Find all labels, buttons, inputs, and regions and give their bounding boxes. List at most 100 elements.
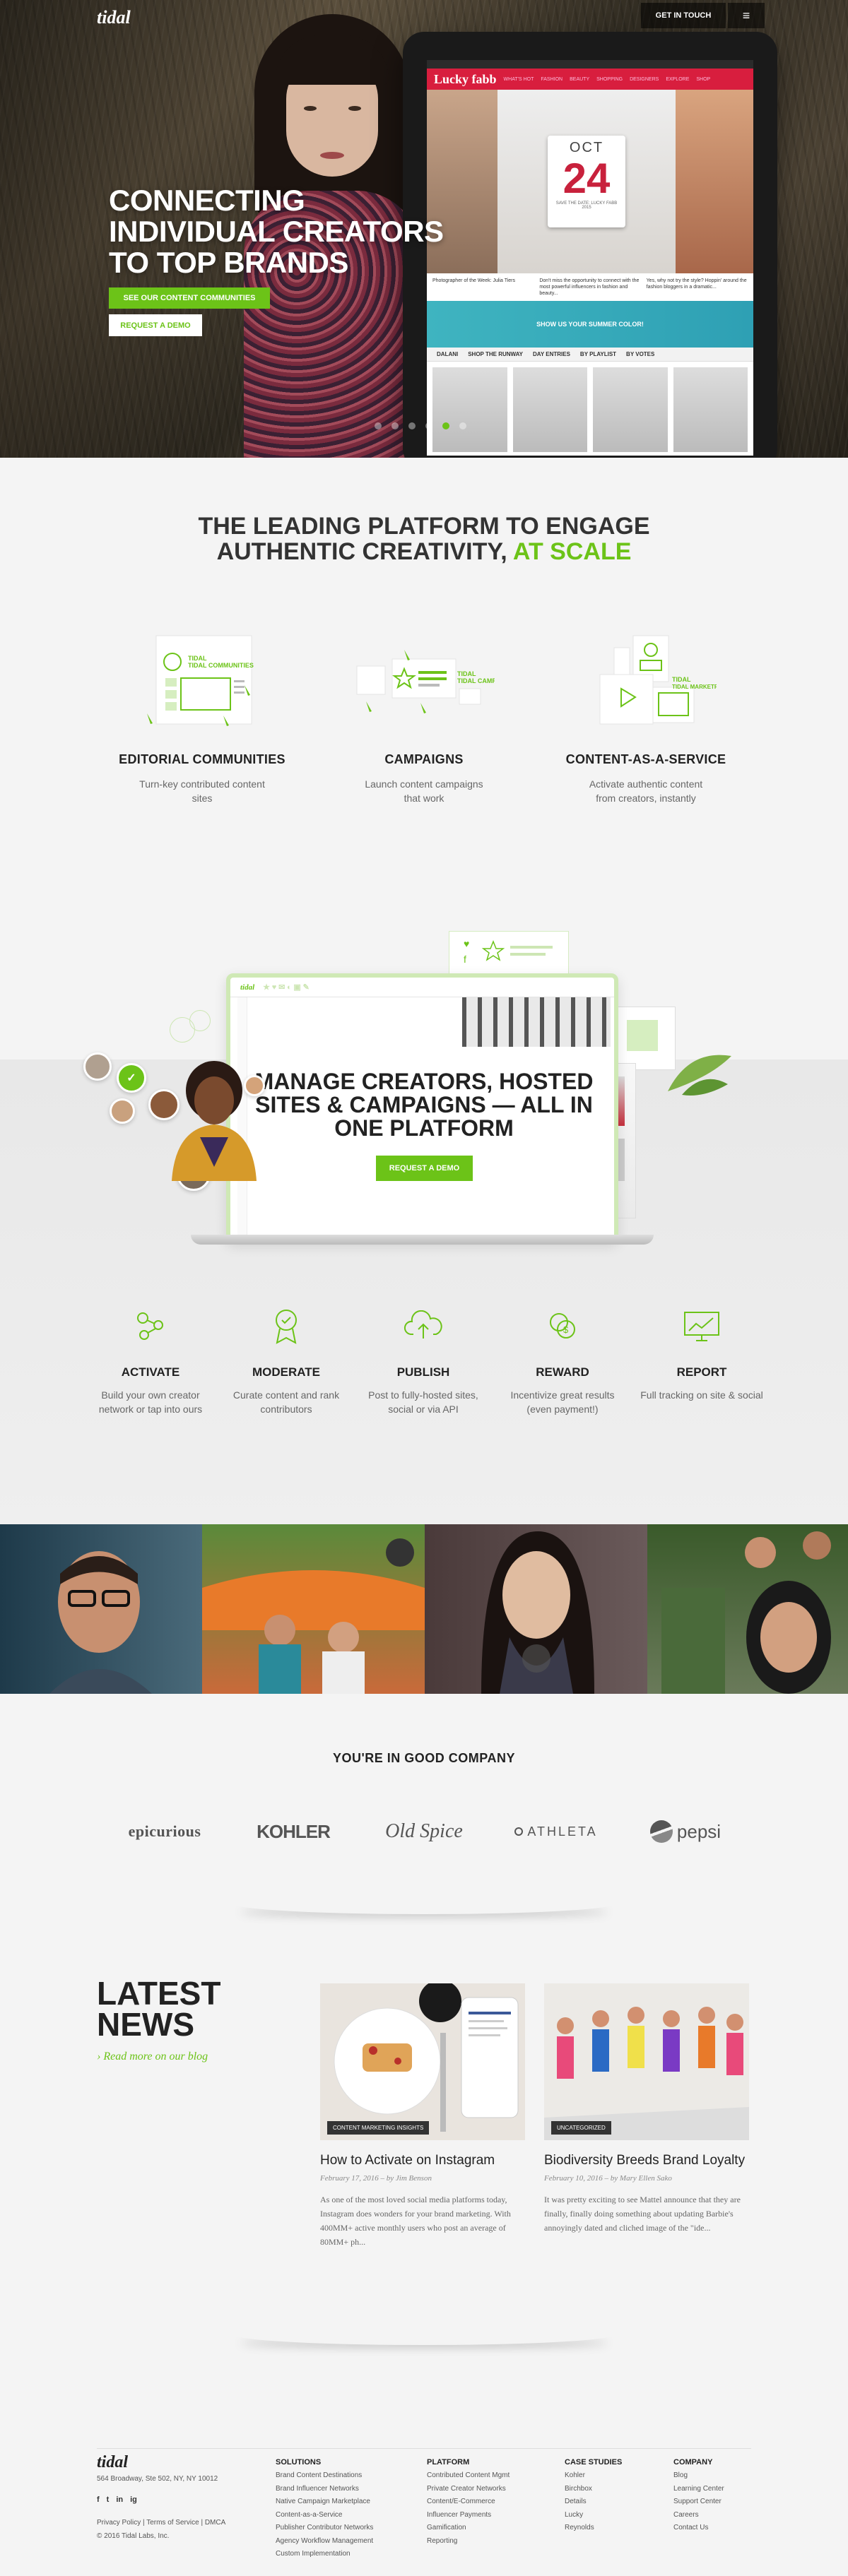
footer-link[interactable]: Content/E-Commerce: [427, 2495, 510, 2509]
cloud-upload-icon: [360, 1305, 487, 1347]
tablet-banner: SHOW US YOUR SUMMER COLOR!: [427, 301, 753, 348]
instagram-icon[interactable]: ig: [130, 2495, 137, 2504]
news-title[interactable]: How to Activate on Instagram: [320, 2153, 525, 2168]
footer-link[interactable]: Influencer Payments: [427, 2509, 510, 2522]
footer-link[interactable]: Contributed Content Mgmt: [427, 2469, 510, 2483]
news-card-image[interactable]: CONTENT MARKETING INSIGHTS: [320, 1983, 525, 2140]
facebook-icon[interactable]: f: [97, 2495, 100, 2504]
footer-link[interactable]: Support Center: [673, 2495, 724, 2509]
news-card[interactable]: UNCATEGORIZED Biodiversity Breeds Brand …: [544, 1983, 749, 2235]
svg-text:f: f: [464, 954, 466, 965]
creator-photo-strip: [0, 1524, 848, 1694]
slider-dot[interactable]: [375, 422, 382, 429]
creator-photo: [202, 1524, 425, 1694]
svg-text:TIDAL: TIDAL: [457, 670, 476, 677]
slider-dots: [375, 422, 466, 429]
avatar: [110, 1098, 135, 1124]
calendar-graphic: OCT 24 SAVE THE DATE: LUCKY FABB 2015: [548, 136, 625, 227]
footer-link[interactable]: Kohler: [565, 2469, 622, 2483]
linkedin-icon[interactable]: in: [116, 2495, 123, 2504]
athleta-mark-icon: [514, 1827, 524, 1836]
footer-link[interactable]: Publisher Contributor Networks: [276, 2522, 373, 2535]
communities-illustration: TIDAL TIDAL COMMUNITIES: [131, 632, 273, 738]
feature-editorial-communities: TIDAL TIDAL COMMUNITIES EDITORIAL COMMUN…: [96, 632, 308, 805]
athleta-logo: ATHLETA: [510, 1814, 602, 1849]
footer-link[interactable]: Reporting: [427, 2535, 510, 2548]
footer-link[interactable]: Details: [565, 2495, 622, 2509]
coins-icon: $: [499, 1305, 626, 1347]
footer-col-solutions: SOLUTIONS Brand Content Destinations Bra…: [276, 2458, 373, 2561]
chart-icon: [638, 1305, 765, 1347]
news-excerpt: As one of the most loved social media pl…: [320, 2195, 511, 2247]
footer-link[interactable]: Lucky: [565, 2509, 622, 2522]
campaigns-illustration: TIDAL TIDAL CAMPAIGNS: [353, 632, 516, 738]
footer-link[interactable]: Gamification: [427, 2522, 510, 2535]
featured-creator-photo: [161, 1054, 267, 1181]
creator-photo: [425, 1524, 647, 1694]
slider-dot[interactable]: [408, 422, 416, 429]
step-reward: $ REWARD Incentivize great results (even…: [499, 1305, 626, 1416]
check-icon: ✓: [117, 1063, 146, 1093]
footer-col-platform: PLATFORM Contributed Content Mgmt Privat…: [427, 2458, 510, 2548]
slider-dot-active[interactable]: [442, 422, 449, 429]
footer-link[interactable]: Brand Influencer Networks: [276, 2483, 373, 2496]
svg-text:TIDAL CAMPAIGNS: TIDAL CAMPAIGNS: [457, 677, 495, 684]
platform-title: THE LEADING PLATFORM TO ENGAGE AUTHENTIC…: [198, 513, 650, 565]
footer-link[interactable]: Custom Implementation: [276, 2548, 373, 2561]
request-demo-button[interactable]: REQUEST A DEMO: [109, 314, 202, 336]
news-card-image[interactable]: UNCATEGORIZED: [544, 1983, 749, 2140]
footer-link[interactable]: Agency Workflow Management: [276, 2535, 373, 2548]
footer-link[interactable]: Birchbox: [565, 2483, 622, 2496]
news-excerpt: It was pretty exciting to see Mattel ann…: [544, 2195, 741, 2233]
slider-dot[interactable]: [425, 422, 432, 429]
read-blog-link[interactable]: › Read more on our blog: [97, 2050, 208, 2063]
footer-legal: Privacy Policy | Terms of Service | DMCA…: [97, 2519, 226, 2540]
footer-link[interactable]: Content-as-a-Service: [276, 2509, 373, 2522]
news-title[interactable]: Biodiversity Breeds Brand Loyalty: [544, 2153, 749, 2168]
footer-link[interactable]: Blog: [673, 2469, 724, 2483]
footer-link[interactable]: Brand Content Destinations: [276, 2469, 373, 2483]
step-activate: ACTIVATE Build your own creator network …: [87, 1305, 214, 1416]
marketplace-illustration: TIDAL TIDAL MARKETPLACE: [575, 632, 734, 738]
footer-link[interactable]: Private Creator Networks: [427, 2483, 510, 2496]
creator-photo: [647, 1524, 848, 1694]
footer-logo[interactable]: tidal: [97, 2453, 128, 2472]
news-card[interactable]: CONTENT MARKETING INSIGHTS How to Activa…: [320, 1983, 525, 2249]
footer-link[interactable]: Reynolds: [565, 2522, 622, 2535]
step-moderate: MODERATE Curate content and rank contrib…: [223, 1305, 350, 1416]
slider-dot[interactable]: [459, 422, 466, 429]
step-report: REPORT Full tracking on site & social: [638, 1305, 765, 1402]
twitter-icon[interactable]: t: [107, 2495, 110, 2504]
legal-links[interactable]: Privacy Policy | Terms of Service | DMCA: [97, 2519, 225, 2527]
step-publish: PUBLISH Post to fully-hosted sites, soci…: [360, 1305, 487, 1416]
feature-content-as-a-service: TIDAL TIDAL MARKETPLACE CONTENT-AS-A-SER…: [540, 632, 752, 805]
see-content-communities-button[interactable]: SEE OUR CONTENT COMMUNITIES: [109, 287, 270, 309]
manage-title: MANAGE CREATORS, HOSTED SITES & CAMPAIGN…: [254, 1069, 594, 1141]
menu-icon[interactable]: ≡: [728, 3, 765, 28]
pepsi-globe-icon: [649, 1820, 673, 1843]
old-spice-logo: Old Spice: [385, 1820, 463, 1842]
leaf-graphic: [661, 1049, 738, 1098]
footer-col-company: COMPANY Blog Learning Center Support Cen…: [673, 2458, 724, 2535]
hero-title: CONNECTING INDIVIDUAL CREATORS TO TOP BR…: [109, 184, 444, 279]
footer-link[interactable]: Learning Center: [673, 2483, 724, 2496]
footer-link[interactable]: Contact Us: [673, 2522, 724, 2535]
news-category-tag[interactable]: UNCATEGORIZED: [551, 2121, 611, 2135]
creator-photo: [0, 1524, 202, 1694]
hero: Lucky fabb WHAT'S HOT FASHION BEAUTY SHO…: [0, 0, 848, 458]
feature-campaigns: TIDAL TIDAL CAMPAIGNS CAMPAIGNS Launch c…: [318, 632, 530, 805]
app-logo: tidal: [240, 983, 255, 992]
epicurious-logo: epicurious: [128, 1822, 201, 1840]
social-links: f t in ig: [97, 2495, 137, 2504]
tablet-site-logo: Lucky fabb: [434, 71, 497, 86]
footer-link[interactable]: Careers: [673, 2509, 724, 2522]
news-category-tag[interactable]: CONTENT MARKETING INSIGHTS: [327, 2121, 430, 2135]
slider-dot[interactable]: [391, 422, 399, 429]
request-demo-button[interactable]: REQUEST A DEMO: [376, 1156, 473, 1181]
get-in-touch-button[interactable]: GET IN TOUCH: [641, 3, 726, 28]
pepsi-logo: pepsi: [640, 1814, 731, 1849]
footer-link[interactable]: Native Campaign Marketplace: [276, 2495, 373, 2509]
site-logo[interactable]: tidal: [97, 7, 131, 28]
svg-text:♥: ♥: [464, 938, 469, 949]
network-icon: [87, 1305, 214, 1347]
